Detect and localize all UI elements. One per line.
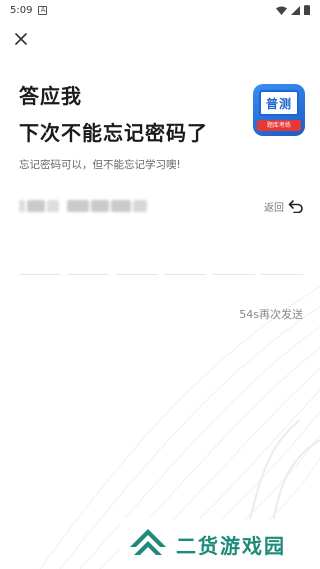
watermark-text: 二货游戏园 — [176, 533, 286, 558]
back-label: 返回 — [264, 202, 284, 214]
status-time: 5:09 — [10, 4, 33, 16]
app-logo: 普测 题库考练 — [253, 84, 305, 136]
battery-icon — [304, 5, 310, 15]
back-button[interactable]: 返回 — [264, 199, 304, 214]
code-digit-1[interactable] — [19, 274, 61, 275]
verification-code-inputs[interactable] — [19, 274, 303, 276]
phone-number-masked — [19, 200, 147, 212]
status-bar: 5:09 A — [0, 0, 320, 20]
code-digit-2[interactable] — [67, 274, 110, 275]
resend-countdown[interactable]: 54s再次发送 — [239, 306, 303, 322]
subtitle: 忘记密码可以，但不能忘记学习噢! — [19, 159, 181, 171]
phone-row: 返回 — [19, 196, 304, 216]
code-digit-6[interactable] — [260, 274, 303, 275]
close-icon — [15, 33, 27, 45]
return-arrow-icon — [288, 200, 303, 213]
page-title-line2: 下次不能忘记密码了 — [19, 121, 208, 145]
watermark-logo-icon — [130, 529, 166, 555]
logo-banner-text: 题库考练 — [257, 120, 301, 131]
code-digit-4[interactable] — [164, 274, 207, 275]
status-indicators — [276, 5, 310, 15]
code-digit-3[interactable] — [115, 274, 158, 275]
close-button[interactable] — [10, 28, 32, 50]
page-title-line1: 答应我 — [19, 84, 82, 108]
signal-icon — [291, 5, 300, 15]
wifi-icon — [276, 6, 287, 15]
code-digit-5[interactable] — [212, 274, 255, 275]
notification-icon: A — [38, 5, 48, 15]
watermark: 二货游戏园 — [120, 519, 320, 569]
logo-main-text: 普测 — [259, 90, 299, 116]
